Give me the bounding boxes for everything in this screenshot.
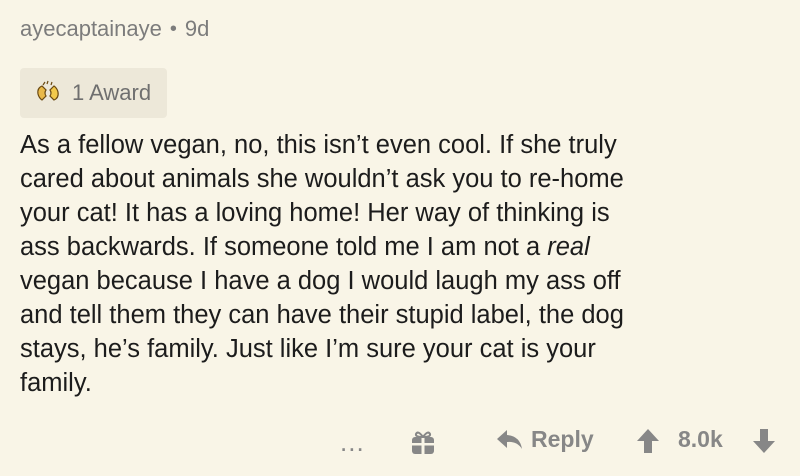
comment-age[interactable]: 9d <box>185 16 209 42</box>
downvote-button[interactable] <box>752 428 776 454</box>
comment-body: As a fellow vegan, no, this isn’t even c… <box>20 128 780 400</box>
comment-line-text: ass backwards. If someone told me I am n… <box>20 233 548 261</box>
more-options-button[interactable]: ... <box>340 420 365 464</box>
comment-actions-bar: ... Reply 8.0k <box>0 420 800 464</box>
upvote-button[interactable] <box>636 428 660 454</box>
downvote-arrow-icon <box>753 429 775 453</box>
comment-line: vegan because I have a dog I would laugh… <box>20 267 621 295</box>
meta-separator: • <box>169 17 177 40</box>
comment-line-with-italic: ass backwards. If someone told me I am n… <box>20 230 780 264</box>
comment-header: ayecaptainaye • 9d <box>20 16 209 42</box>
vote-score: 8.0k <box>678 426 723 452</box>
comment-line: stays, he’s family. Just like I’m sure y… <box>20 335 596 363</box>
comment-line: your cat! It has a loving home! Her way … <box>20 199 610 227</box>
comment-line: As a fellow vegan, no, this isn’t even c… <box>20 131 617 159</box>
comment-line: and tell them they can have their stupid… <box>20 301 624 329</box>
comment-line: family. <box>20 369 92 397</box>
gift-button[interactable] <box>410 428 436 456</box>
award-hands-icon <box>37 80 59 101</box>
reply-label: Reply <box>531 426 594 452</box>
reply-button[interactable]: Reply <box>495 426 594 453</box>
award-badge[interactable]: 1 Award <box>20 68 168 118</box>
gift-icon <box>412 431 434 454</box>
award-label: 1 Award <box>72 80 152 105</box>
author-name[interactable]: ayecaptainaye <box>20 16 162 42</box>
comment-line: cared about animals she wouldn’t ask you… <box>20 165 624 193</box>
italic-word: real <box>547 233 590 261</box>
upvote-arrow-icon <box>637 429 659 453</box>
reply-arrow-icon <box>497 429 522 449</box>
